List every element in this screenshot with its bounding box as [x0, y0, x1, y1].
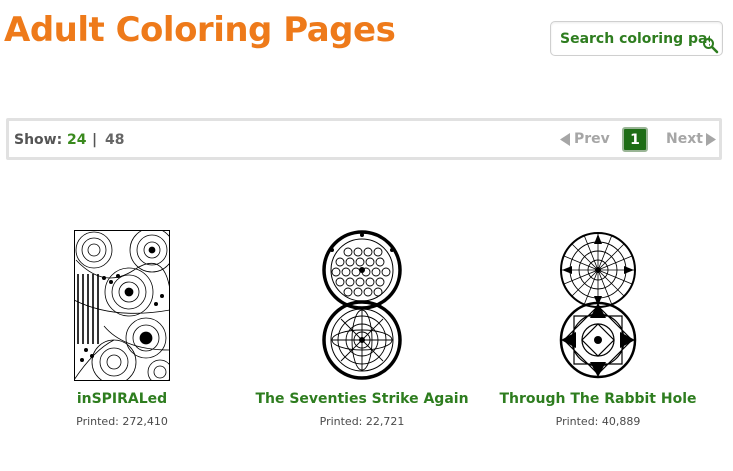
next-arrow-icon: [705, 132, 716, 146]
show-separator: |: [92, 132, 98, 148]
coloring-page-thumbnail[interactable]: [74, 230, 170, 381]
search-icon[interactable]: [702, 37, 719, 54]
next-button[interactable]: Next: [666, 131, 717, 147]
search-box[interactable]: [550, 21, 723, 56]
next-label: Next: [666, 131, 703, 147]
coloring-card: Through The Rabbit Hole Printed: 40,889: [483, 230, 713, 428]
prev-arrow-icon: [560, 132, 570, 146]
card-title-link[interactable]: The Seventies Strike Again: [247, 391, 477, 407]
prev-button[interactable]: Prev: [560, 131, 610, 147]
printed-count: Printed: 272,410: [76, 415, 168, 428]
printed-count: Printed: 40,889: [555, 415, 641, 428]
card-title-link[interactable]: inSPIRALed: [7, 391, 237, 407]
coloring-card: inSPIRALed Printed: 272,410: [7, 230, 237, 428]
page-title: Adult Coloring Pages: [4, 10, 396, 50]
coloring-page-thumbnail[interactable]: [550, 230, 646, 381]
coloring-card: The Seventies Strike Again Printed: 22,7…: [247, 230, 477, 428]
search-input[interactable]: [560, 30, 710, 47]
printed-count: Printed: 22,721: [319, 415, 405, 428]
coloring-page-thumbnail[interactable]: [314, 230, 410, 381]
show-label: Show:: [14, 132, 63, 148]
prev-label: Prev: [574, 131, 610, 147]
show-48-option[interactable]: 48: [105, 132, 124, 148]
card-title-link[interactable]: Through The Rabbit Hole: [483, 391, 713, 407]
current-page-button[interactable]: 1: [622, 127, 648, 152]
pagination-toolbar: Show: 24 | 48 Prev 1 Next: [6, 118, 722, 160]
show-24-option[interactable]: 24: [67, 132, 86, 148]
